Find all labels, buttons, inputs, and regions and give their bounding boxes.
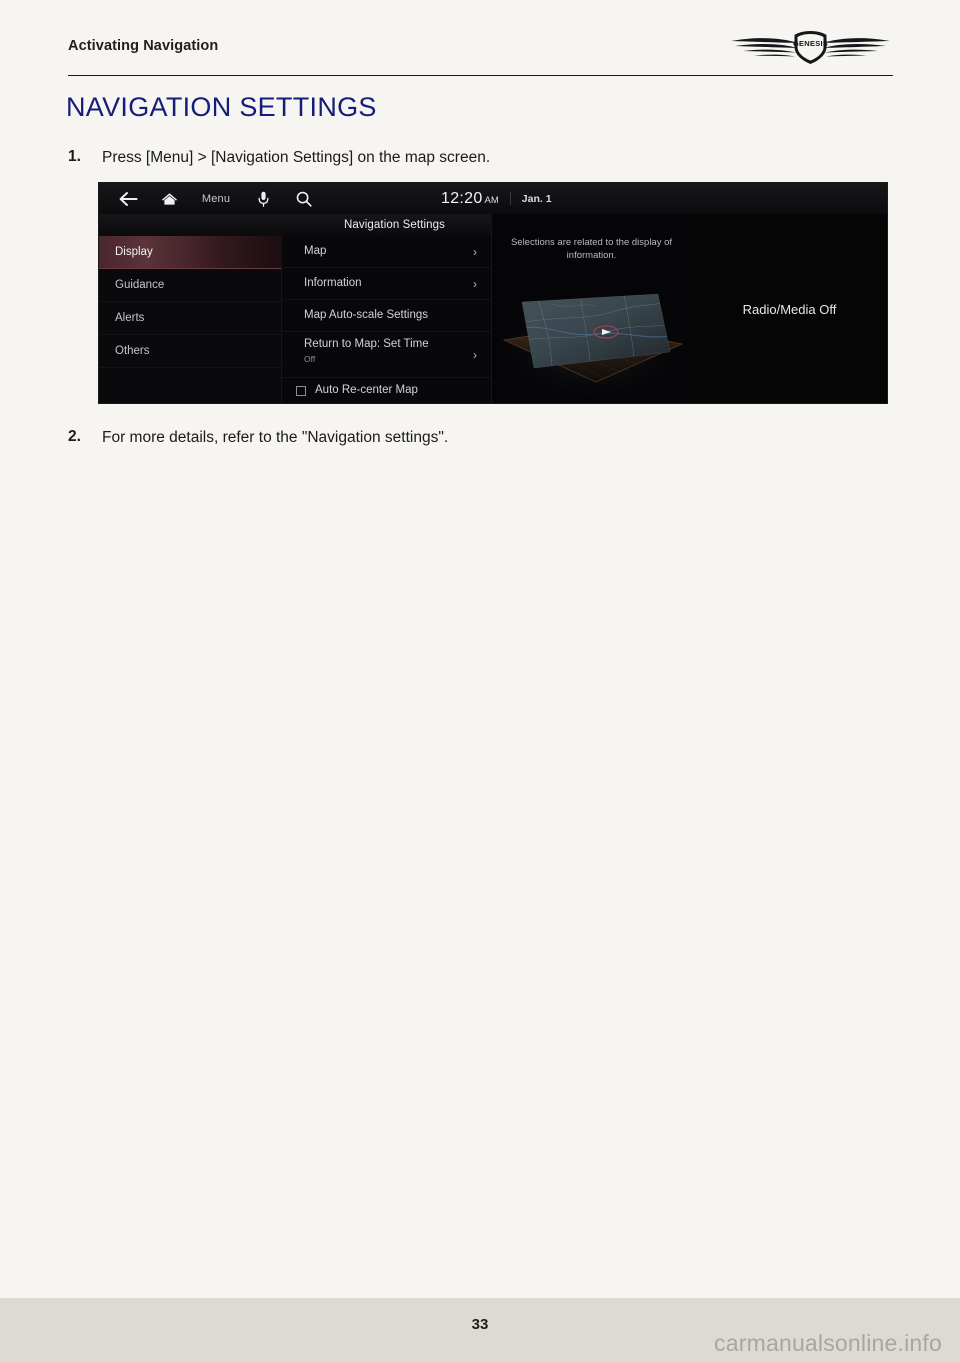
category-item-others[interactable]: Others bbox=[99, 335, 281, 368]
media-status-label: Radio/Media Off bbox=[742, 302, 837, 317]
step-item-1: 1. Press [Menu] > [Navigation Settings] … bbox=[68, 148, 490, 169]
category-label: Guidance bbox=[115, 279, 165, 291]
settings-option-list: Map › Information › Map Auto-scale Setti… bbox=[281, 236, 491, 403]
category-item-guidance[interactable]: Guidance bbox=[99, 269, 281, 302]
category-item-display[interactable]: Display bbox=[99, 236, 281, 269]
setting-label: Return to Map: Set Time bbox=[304, 338, 429, 350]
header-divider-rule bbox=[68, 75, 893, 76]
menu-button[interactable]: Menu bbox=[189, 183, 243, 214]
page-header: Activating Navigation GENESIS bbox=[0, 0, 960, 78]
navigation-settings-screenshot: Menu 12:20 AM Jan. 1 Navigation Settings bbox=[98, 182, 888, 404]
setting-label: Auto Re-center Map bbox=[315, 383, 418, 396]
category-label: Others bbox=[115, 345, 150, 357]
date-label: Jan. 1 bbox=[521, 192, 552, 205]
page-title: NAVIGATION SETTINGS bbox=[66, 92, 377, 122]
media-status-panel: Radio/Media Off bbox=[690, 214, 887, 403]
settings-category-list: Display Guidance Alerts Others bbox=[99, 236, 281, 403]
setting-label: Map bbox=[304, 244, 327, 257]
microphone-icon[interactable] bbox=[243, 183, 283, 214]
clock-ampm: AM bbox=[484, 195, 499, 206]
chevron-right-icon: › bbox=[473, 244, 477, 259]
setting-row-return-to-map[interactable]: Return to Map: Set Time Off › bbox=[282, 332, 491, 378]
setting-row-information[interactable]: Information › bbox=[282, 268, 491, 300]
step-number: 2. bbox=[68, 428, 81, 445]
setting-value: Off bbox=[304, 353, 316, 364]
clock-time: 12:20 bbox=[441, 189, 483, 207]
setting-row-map-auto-scale[interactable]: Map Auto-scale Settings bbox=[282, 300, 491, 332]
category-label: Display bbox=[115, 246, 153, 258]
svg-text:GENESIS: GENESIS bbox=[793, 39, 828, 48]
search-icon[interactable] bbox=[283, 183, 325, 214]
clock-and-date: 12:20 AM Jan. 1 bbox=[441, 183, 552, 214]
step-text: For more details, refer to the "Navigati… bbox=[102, 429, 449, 446]
setting-label: Information bbox=[304, 276, 362, 289]
setting-row-auto-recenter-map[interactable]: Auto Re-center Map bbox=[282, 378, 491, 403]
clock-date-divider bbox=[509, 192, 511, 205]
running-head-title: Activating Navigation bbox=[68, 38, 219, 54]
site-watermark: carmanualsonline.info bbox=[714, 1330, 942, 1356]
back-arrow-icon[interactable] bbox=[107, 183, 149, 214]
setting-row-map[interactable]: Map › bbox=[282, 236, 491, 268]
category-label: Alerts bbox=[115, 312, 145, 324]
step-number: 1. bbox=[68, 148, 81, 165]
setting-label: Map Auto-scale Settings bbox=[304, 308, 429, 321]
chevron-right-icon: › bbox=[473, 276, 477, 291]
checkbox-icon[interactable] bbox=[296, 385, 306, 396]
infotainment-top-toolbar: Menu 12:20 AM Jan. 1 bbox=[99, 183, 887, 214]
settings-preview-panel: Selections are related to the display of… bbox=[491, 214, 690, 403]
chevron-right-icon: › bbox=[473, 347, 477, 362]
step-text: Press [Menu] > [Navigation Settings] on … bbox=[102, 149, 491, 166]
settings-description-text: Selections are related to the display of… bbox=[510, 237, 673, 262]
category-item-alerts[interactable]: Alerts bbox=[99, 302, 281, 335]
step-item-2: 2. For more details, refer to the "Navig… bbox=[68, 428, 448, 449]
home-icon[interactable] bbox=[149, 183, 189, 214]
map-perspective-preview bbox=[492, 282, 690, 403]
genesis-wings-logo: GENESIS bbox=[728, 26, 893, 66]
